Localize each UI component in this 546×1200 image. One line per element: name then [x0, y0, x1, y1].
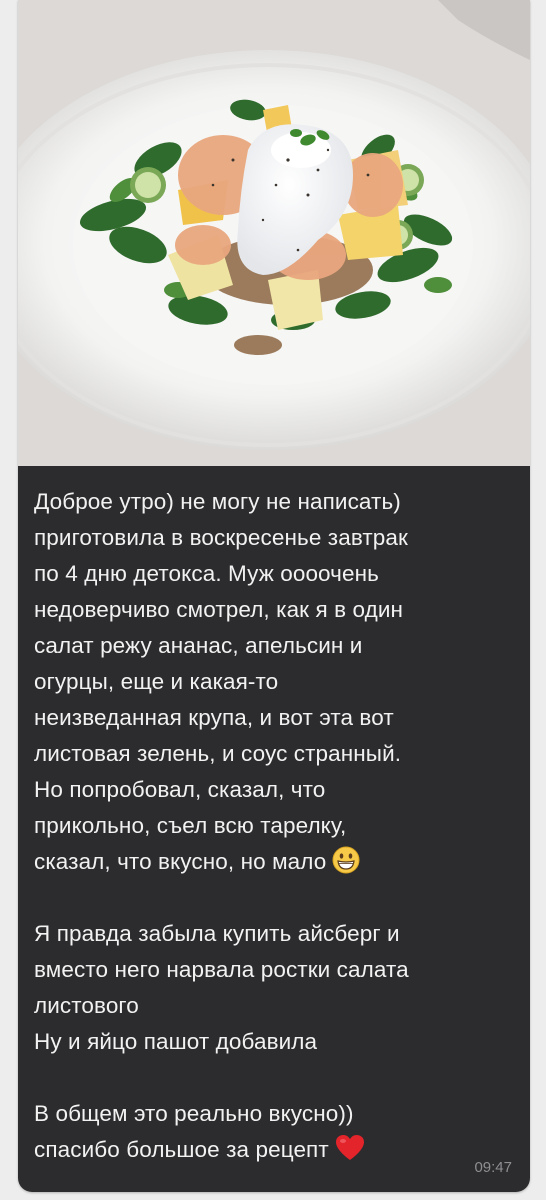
red-heart-emoji-icon: [335, 1134, 365, 1173]
text-line: недоверчиво смотрел, как я в один: [34, 597, 404, 622]
text-line-with-emoji: сказал, что вкусно, но мало: [34, 844, 514, 880]
text-line: салат режу ананас, апельсин и: [34, 633, 363, 658]
attached-photo-salad[interactable]: [18, 0, 530, 466]
incoming-message-bubble[interactable]: Доброе утро) не могу не написать) пригот…: [18, 0, 530, 1192]
text-line: Я правда забыла купить айсберг и: [34, 921, 400, 946]
message-timestamp: 09:47: [474, 1159, 512, 1176]
text-line: листовая зелень, и соус странный.: [34, 741, 402, 766]
grinning-face-emoji-icon: [332, 846, 360, 885]
text-line: огурцы, еще и какая-то: [34, 669, 279, 694]
message-text: Доброе утро) не могу не написать) пригот…: [34, 484, 514, 1168]
text-line: приготовила в воскресенье завтрак: [34, 525, 408, 550]
text-line: Доброе утро) не могу не написать): [34, 489, 401, 514]
text-line: вместо него нарвала ростки салата: [34, 957, 409, 982]
text-line-with-emoji: спасибо большое за рецепт: [34, 1132, 514, 1168]
text-line: Но попробовал, сказал, что: [34, 777, 326, 802]
text-line: листового: [34, 993, 139, 1018]
text-line: В общем это реально вкусно)): [34, 1101, 354, 1126]
text-line: по 4 дню детокса. Муж оооочень: [34, 561, 379, 586]
chat-screen: Доброе утро) не могу не написать) пригот…: [0, 0, 546, 1200]
salad-photo-illustration: [18, 0, 530, 466]
text-line: прикольно, съел всю тарелку,: [34, 813, 347, 838]
text-line: спасибо большое за рецепт: [34, 1137, 329, 1162]
text-line: Ну и яйцо пашот добавила: [34, 1029, 318, 1054]
text-line: сказал, что вкусно, но мало: [34, 849, 327, 874]
text-line: неизведанная крупа, и вот эта вот: [34, 705, 394, 730]
